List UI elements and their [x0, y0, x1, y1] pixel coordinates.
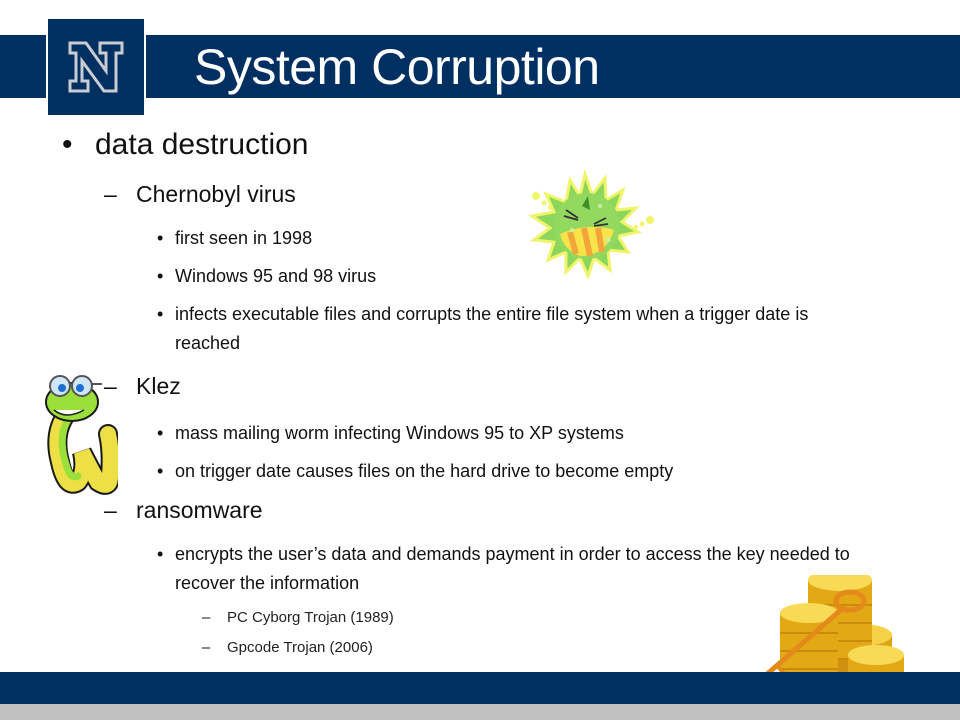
- bullet-marker: •: [157, 544, 164, 564]
- bullet-marker: •: [157, 423, 164, 443]
- sub-bullet-text: ransomware: [136, 497, 263, 523]
- footer-gray-strip: [0, 704, 960, 720]
- detail-text: on trigger date causes files on the hard…: [175, 461, 674, 481]
- example-text: Gpcode Trojan (2006): [227, 639, 373, 656]
- bullet-marker: •: [157, 461, 164, 481]
- bullet-marker: •: [62, 128, 73, 161]
- dash-marker: –: [202, 609, 211, 626]
- bullet-marker: •: [157, 266, 164, 286]
- detail-text: infects executable files and corrupts th…: [175, 304, 809, 353]
- virus-germ-icon: [528, 170, 654, 280]
- bullet-marker: •: [157, 228, 164, 248]
- bullet-marker: •: [157, 304, 164, 324]
- dash-marker: –: [104, 497, 117, 523]
- bullet-text: data destruction: [95, 128, 309, 161]
- sub-bullet-text: Chernobyl virus: [136, 181, 296, 207]
- example-text: PC Cyborg Trojan (1989): [227, 609, 394, 626]
- dash-marker: –: [104, 181, 117, 207]
- footer-bar: [0, 672, 960, 704]
- detail-text: mass mailing worm infecting Windows 95 t…: [175, 423, 624, 443]
- dash-marker: –: [202, 639, 211, 656]
- worm-with-glasses-icon: [45, 375, 118, 495]
- sub-bullet-text: Klez: [136, 373, 181, 399]
